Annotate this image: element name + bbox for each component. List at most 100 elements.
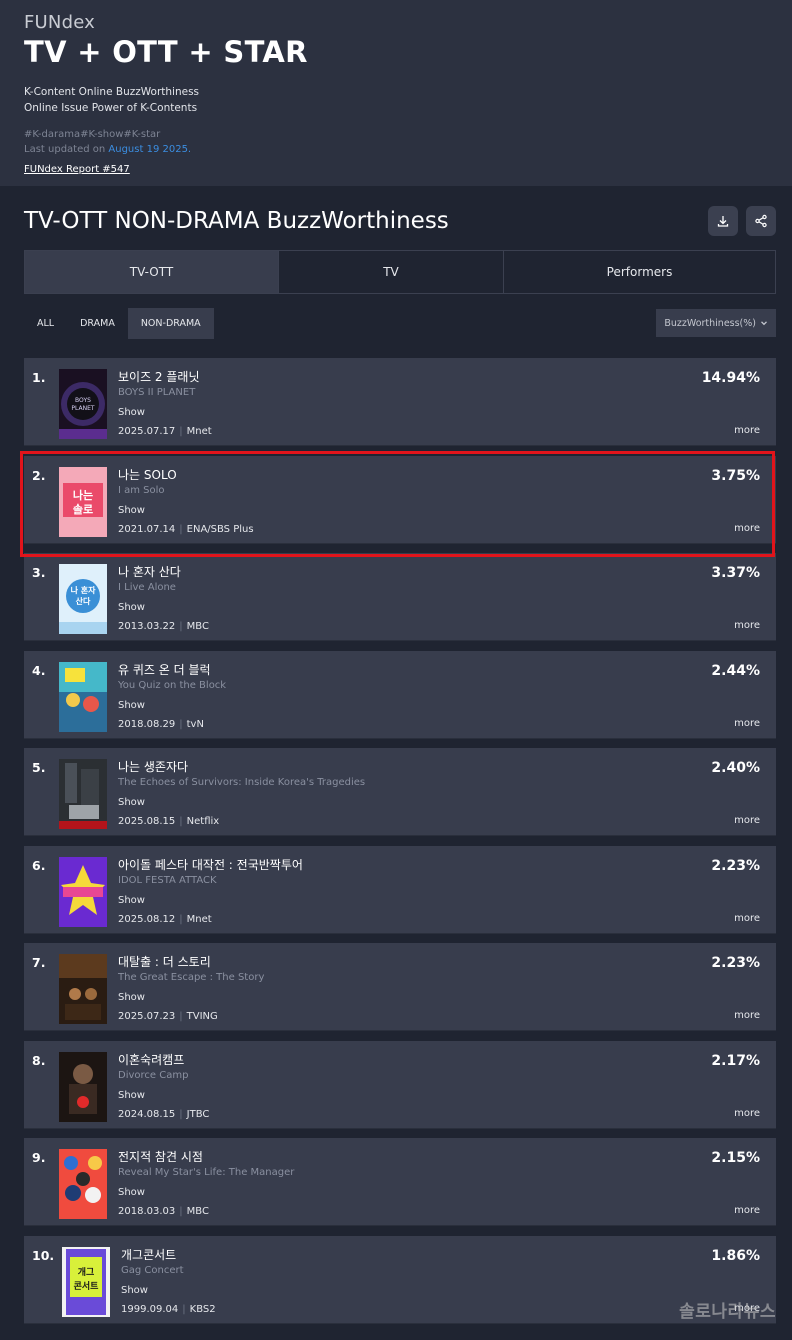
title-korean[interactable]: 나는 SOLO [118, 468, 254, 483]
title-korean[interactable]: 유 퀴즈 온 더 블럭 [118, 663, 226, 678]
poster-thumbnail[interactable] [59, 1149, 107, 1219]
more-link[interactable]: more [734, 913, 760, 924]
share-button[interactable] [746, 206, 776, 236]
list-item[interactable]: 3. 나 혼자 산다 나 혼자 산다 I Live Alone Show 2013… [24, 553, 776, 641]
air-meta: 2025.07.17 | Mnet [118, 426, 212, 437]
title-english: Divorce Camp [118, 1069, 189, 1081]
updated-prefix: Last updated on [24, 144, 109, 155]
page-title: TV + OTT + STAR [24, 35, 308, 69]
title-korean[interactable]: 아이돌 페스타 대작전 : 전국반짝투어 [118, 858, 303, 873]
title-korean[interactable]: 보이즈 2 플래닛 [118, 370, 212, 385]
svg-text:나 혼자: 나 혼자 [71, 585, 97, 595]
ranking-section: TV-OTT NON-DRAMA BuzzWorthiness TV-OTT T… [0, 186, 792, 1324]
list-item[interactable]: 2. 나는 솔로 나는 SOLO I am Solo Show 2021.07.1… [24, 455, 776, 544]
poster-thumbnail[interactable]: 나 혼자 산다 [59, 564, 107, 634]
air-meta: 2021.07.14 | ENA/SBS Plus [118, 523, 254, 535]
tab-tv[interactable]: TV [279, 251, 504, 293]
item-info: 보이즈 2 플래닛 BOYS II PLANET Show 2025.07.17… [118, 370, 212, 438]
buzz-percent: 2.40% [711, 760, 760, 776]
title-english: I am Solo [118, 484, 165, 496]
tagline-line-2: Online Issue Power of K-Contents [24, 102, 198, 114]
poster-thumbnail[interactable]: 개그 콘서트 [62, 1246, 110, 1317]
item-info: 나는 생존자다 The Echoes of Survivors: Inside … [118, 760, 365, 828]
poster-thumbnail[interactable] [59, 856, 107, 927]
list-item[interactable]: 10. 개그 콘서트 개그콘서트 Gag Concert Show 1999.09… [24, 1235, 776, 1324]
tab-tv-ott[interactable]: TV-OTT [25, 251, 279, 293]
filter-drama[interactable]: DRAMA [67, 308, 128, 339]
channel: TVING [186, 1011, 218, 1022]
poster-thumbnail[interactable]: 나는 솔로 [59, 466, 107, 537]
header-actions [708, 206, 776, 236]
last-updated: Last updated on August 19 2025. [24, 142, 768, 157]
filter-non-drama[interactable]: NON-DRAMA [127, 307, 214, 339]
poster-thumbnail[interactable] [59, 954, 107, 1024]
air-meta: 2024.08.15 | JTBC [118, 1108, 210, 1120]
rank-number: 8. [32, 1052, 46, 1068]
tagline-line-1: K-Content Online BuzzWorthiness [24, 86, 200, 98]
download-icon [717, 216, 729, 227]
title-english: The Great Escape : The Story [118, 972, 265, 983]
genre-label: Show [118, 1089, 145, 1101]
poster-thumbnail[interactable] [59, 1051, 107, 1122]
channel: MBC [186, 1206, 209, 1217]
more-link[interactable]: more [734, 1108, 760, 1119]
svg-text:PLANET: PLANET [71, 405, 94, 412]
sort-dropdown[interactable]: BuzzWorthiness(%) [656, 309, 776, 337]
more-link[interactable]: more [734, 718, 760, 729]
title-korean[interactable]: 나는 생존자다 [118, 760, 365, 775]
rank-number: 6. [32, 857, 46, 873]
title-korean[interactable]: 전지적 참견 시점 [118, 1150, 294, 1165]
list-item[interactable]: 5. 나는 생존자다 The Echoes of Survivors: Insi… [24, 748, 776, 836]
genre-label: Show [118, 797, 145, 808]
svg-text:콘서트: 콘서트 [74, 1280, 100, 1292]
download-button[interactable] [708, 206, 738, 236]
title-korean[interactable]: 개그콘서트 [121, 1248, 216, 1263]
channel: MBC [186, 621, 209, 632]
air-date: 2013.03.22 [118, 621, 176, 632]
poster-thumbnail[interactable] [59, 661, 107, 732]
more-link[interactable]: more [734, 1010, 760, 1021]
genre-label: Show [118, 699, 145, 711]
item-info: 대탈출 : 더 스토리 The Great Escape : The Story… [118, 955, 264, 1023]
more-link[interactable]: more [734, 1205, 760, 1216]
air-meta: 2025.08.15 | Netflix [118, 816, 220, 827]
brand-name: FUNdex [24, 12, 96, 33]
list-item[interactable]: 4. 유 퀴즈 온 더 블럭 You Quiz on the Block Sho… [24, 650, 776, 739]
title-korean[interactable]: 나 혼자 산다 [118, 565, 209, 580]
list-item[interactable]: 1. BOYS PLANET 보이즈 2 플래닛 BOYS II PLANET S… [24, 358, 776, 446]
poster-thumbnail[interactable] [59, 759, 107, 829]
title-korean[interactable]: 대탈출 : 더 스토리 [118, 955, 264, 970]
rank-number: 1. [32, 370, 46, 385]
poster-thumbnail[interactable]: BOYS PLANET [59, 369, 107, 439]
more-link[interactable]: more [734, 425, 760, 436]
air-meta: 2018.03.03 | MBC [118, 1206, 209, 1217]
genre-label: Show [118, 992, 145, 1003]
tab-performers[interactable]: Performers [504, 251, 775, 293]
list-item[interactable]: 6. 아이돌 페스타 대작전 : 전국반짝투어 IDOL FESTA ATTAC… [24, 845, 776, 934]
list-item[interactable]: 9. 전지적 참견 시점 Reveal My Star's Life: The … [24, 1138, 776, 1226]
air-date: 1999.09.04 [121, 1303, 179, 1315]
report-link[interactable]: FUNdex Report #547 [24, 162, 130, 177]
genre-label: Show [118, 1187, 145, 1198]
filter-bar: ALL DRAMA NON-DRAMA BuzzWorthiness(%) [24, 294, 776, 352]
title-english: BOYS II PLANET [118, 387, 196, 398]
channel: tvN [186, 718, 204, 730]
more-link[interactable]: more [734, 523, 760, 534]
filter-all[interactable]: ALL [24, 308, 67, 339]
list-item[interactable]: 8. 이혼숙려캠프 Divorce Camp Show 2024.08.15 | J… [24, 1040, 776, 1129]
sort-label: BuzzWorthiness(%) [664, 317, 756, 329]
rank-number: 4. [32, 662, 46, 678]
title-korean[interactable]: 이혼숙려캠프 [118, 1053, 209, 1068]
genre-filter: ALL DRAMA NON-DRAMA [24, 307, 214, 339]
more-link[interactable]: more [734, 815, 760, 826]
title-english: IDOL FESTA ATTACK [118, 874, 217, 886]
more-link[interactable]: more [734, 620, 760, 631]
air-meta: 2018.08.29 | tvN [118, 718, 204, 730]
air-date: 2025.08.15 [118, 816, 176, 827]
channel: Mnet [186, 913, 212, 925]
list-item[interactable]: 7. 대탈출 : 더 스토리 The Great Escape : The St… [24, 943, 776, 1031]
page-header: FUNdex TV + OTT + STAR K-Content Online … [0, 0, 792, 186]
hashtags: #K-darama#K-show#K-star [24, 129, 161, 140]
svg-text:산다: 산다 [76, 596, 91, 606]
item-info: 전지적 참견 시점 Reveal My Star's Life: The Man… [118, 1150, 294, 1218]
